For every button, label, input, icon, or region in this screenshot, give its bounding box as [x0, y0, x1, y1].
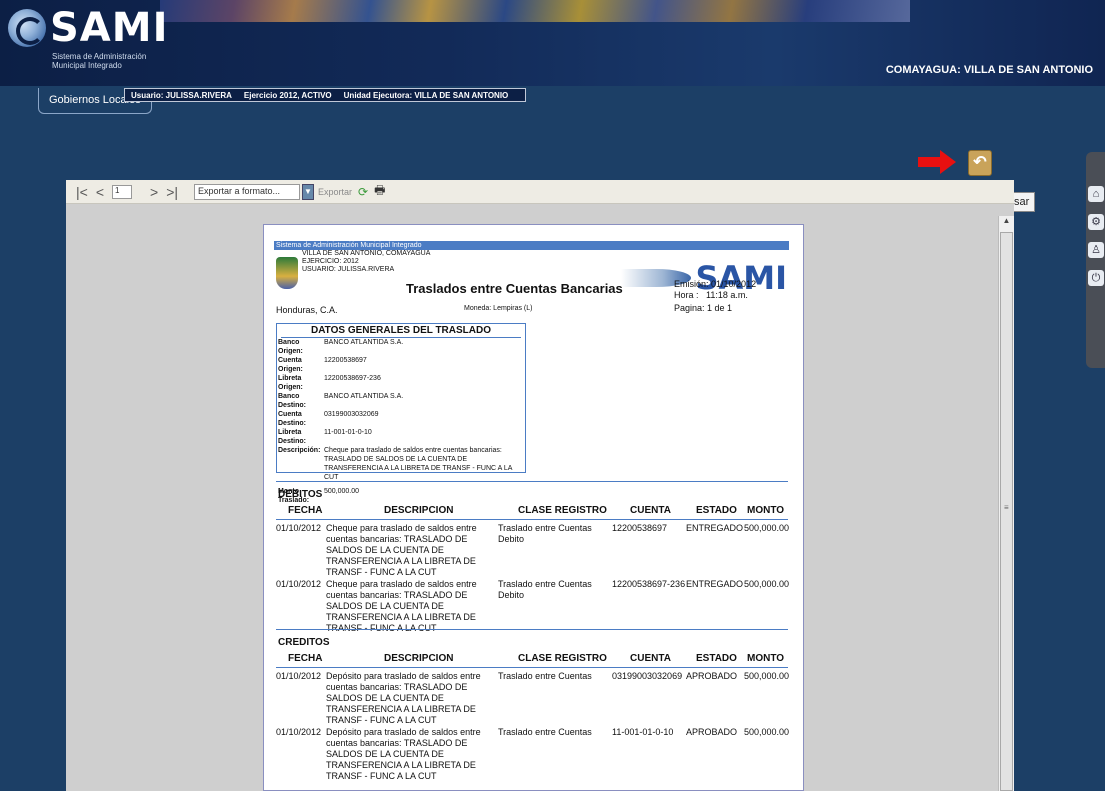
report-meta: VILLA DE SAN ANTONIO, COMAYAGUA EJERCICI… — [302, 250, 430, 274]
hour-label: Hora : — [674, 290, 699, 300]
hour-value: 11:18 a.m. — [706, 290, 748, 300]
logo-text: SAMI — [50, 5, 169, 51]
col-fecha: FECHA — [288, 653, 323, 664]
datos-row: Banco Origen: BANCO ATLANTIDA S.A. — [278, 339, 404, 355]
app-header: SAMI Sistema de Administración Municipal… — [0, 0, 1105, 86]
report-scrollbar[interactable]: ▲ ≡ — [998, 216, 1014, 791]
emission-label: Emisión: — [674, 279, 709, 289]
report-emission: Emisión: 01/10/2012 Hora : 11:18 a.m. — [674, 279, 756, 301]
col-cuenta: CUENTA — [630, 653, 671, 664]
col-estado: ESTADO — [696, 505, 737, 516]
session-info-bar: Usuario: JULISSA.RIVERA Ejercicio 2012, … — [124, 88, 526, 102]
datos-row: Descripción: Cheque para traslado de sald… — [278, 447, 513, 481]
scroll-up-icon[interactable]: ▲ — [999, 216, 1014, 228]
report-page: Sistema de Administración Municipal Inte… — [263, 224, 804, 791]
last-page-icon[interactable]: >| — [166, 184, 178, 200]
report-country: Honduras, C.A. — [276, 305, 338, 315]
report-toolbar: |< < 1 > >| Exportar a formato... ▼ Expo… — [66, 180, 1014, 204]
col-monto: MONTO — [747, 653, 785, 664]
next-page-icon[interactable]: > — [150, 184, 158, 200]
datos-generales-box: DATOS GENERALES DEL TRASLADO Banco Orige… — [276, 323, 526, 504]
report-viewer: |< < 1 > >| Exportar a formato... ▼ Expo… — [66, 180, 1014, 791]
undo-icon: ↶ — [973, 154, 987, 171]
header-divider — [276, 519, 788, 520]
prev-page-icon[interactable]: < — [96, 184, 104, 200]
session-exercise: Ejercicio 2012, ACTIVO — [243, 91, 332, 100]
datos-row: Cuenta Origen: 12200538697 — [278, 357, 367, 373]
creditos-title: CREDITOS — [278, 637, 330, 648]
datos-title: DATOS GENERALES DEL TRASLADO — [281, 324, 521, 338]
col-descripcion: DESCRIPCION — [384, 653, 454, 664]
export-format-select[interactable]: Exportar a formato... — [194, 183, 300, 200]
col-estado: ESTADO — [696, 653, 737, 664]
col-cuenta: CUENTA — [630, 505, 671, 516]
power-icon[interactable]: ⏻ — [1088, 270, 1104, 286]
coat-of-arms-icon — [276, 257, 298, 289]
report-exercise: EJERCICIO: 2012 — [302, 258, 359, 265]
datos-row: Libreta Origen: 12200538697-236 — [278, 375, 381, 391]
page-input[interactable]: 1 — [112, 184, 132, 199]
datos-row: Libreta Destino: 11-001-01-0-10 — [278, 429, 372, 445]
report-page-number: Pagina: 1 de 1 — [674, 303, 733, 313]
section-divider — [276, 481, 788, 482]
col-clase: CLASE REGISTRO — [518, 505, 607, 516]
home-icon[interactable]: ⌂ — [1088, 186, 1104, 202]
grip-icon: ≡ — [1004, 503, 1009, 512]
settings-icon[interactable]: ⚙ — [1088, 214, 1104, 230]
section-divider — [276, 629, 788, 630]
col-fecha: FECHA — [288, 505, 323, 516]
logo-subtitle: Sistema de Administración Municipal Inte… — [52, 52, 147, 70]
emission-date: 01/10/2012 — [711, 279, 757, 289]
col-monto: MONTO — [747, 505, 785, 516]
header-divider — [276, 667, 788, 668]
side-menu: ⌂ ⚙ ♙ ⏻ — [1086, 152, 1105, 368]
debitos-title: DEBITOS — [278, 489, 323, 500]
col-descripcion: DESCRIPCION — [384, 505, 454, 516]
report-title: Traslados entre Cuentas Bancarias — [406, 281, 623, 296]
first-page-icon[interactable]: |< — [76, 184, 88, 200]
print-icon[interactable]: 🖶 — [374, 181, 385, 202]
location-label: COMAYAGUA: VILLA DE SAN ANTONIO — [885, 64, 1093, 76]
report-user: USUARIO: JULISSA.RIVERA — [302, 266, 395, 273]
report-municipality: VILLA DE SAN ANTONIO, COMAYAGUA — [302, 250, 431, 257]
user-icon[interactable]: ♙ — [1088, 242, 1104, 258]
refresh-icon[interactable]: ⟳ — [358, 185, 368, 199]
sami-logo: SAMI — [8, 8, 168, 48]
session-unit: Unidad Ejecutora: VILLA DE SAN ANTONIO — [343, 91, 509, 100]
red-arrow-icon — [918, 150, 956, 174]
report-currency: Moneda: Lempiras (L) — [464, 305, 533, 312]
datos-row: Cuenta Destino: 03199003032069 — [278, 411, 379, 427]
report-system-name: Sistema de Administración Municipal Inte… — [274, 241, 789, 250]
scroll-thumb[interactable]: ≡ — [1000, 232, 1013, 791]
back-button[interactable]: ↶ — [968, 150, 992, 176]
export-button[interactable]: Exportar — [318, 187, 352, 197]
datos-row: Banco Destino: BANCO ATLANTIDA S.A. — [278, 393, 404, 409]
chevron-down-icon[interactable]: ▼ — [302, 183, 314, 200]
session-user: Usuario: JULISSA.RIVERA — [131, 91, 232, 100]
col-clase: CLASE REGISTRO — [518, 653, 607, 664]
header-banner-image — [160, 0, 910, 22]
sami-swirl-icon — [8, 9, 46, 47]
